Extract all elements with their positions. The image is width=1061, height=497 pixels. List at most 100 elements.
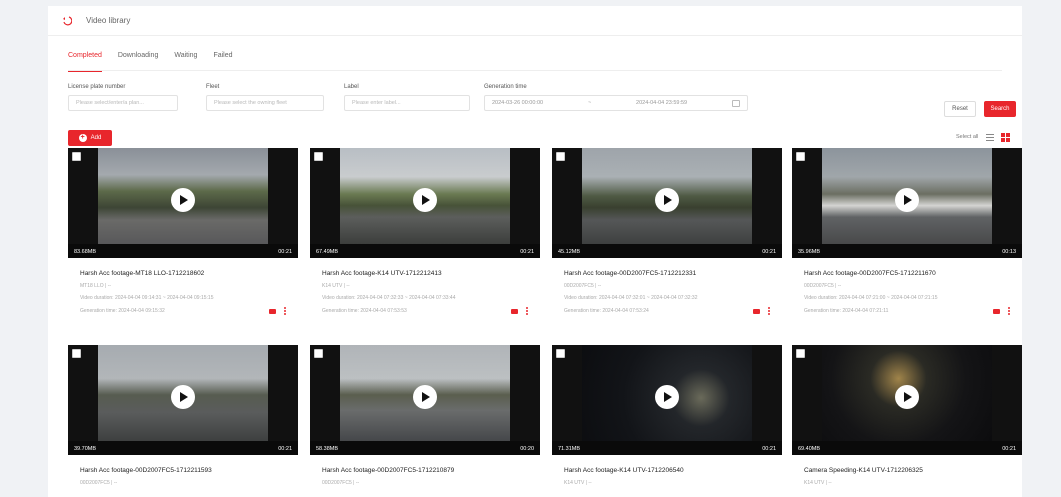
date-separator: ~ [587,100,592,106]
fleet-select[interactable]: Please select the owning fleet [206,95,324,111]
license-plate-select[interactable]: Please select/enter/a plan... [68,95,178,111]
select-checkbox[interactable] [556,349,565,358]
more-options-icon[interactable] [1008,307,1010,315]
video-thumbnail[interactable]: 83.68MB 00:21 [68,148,298,258]
video-duration: Video duration: 2024-04-04 07:32:33 ~ 20… [322,295,456,301]
generation-row: Generation time: 2024-04-04 07:53:53 [322,307,528,315]
tab-downloading[interactable]: Downloading [118,52,158,72]
generation-time-label: Generation time [484,84,527,90]
video-vehicle: 00D2007FC5 | -- [322,480,360,486]
video-length: 00:21 [1002,446,1016,452]
video-thumbnail[interactable]: 45.12MB 00:21 [552,148,782,258]
generation-row: Generation time: 2024-04-04 09:15:32 [80,307,286,315]
play-icon[interactable] [413,385,437,409]
video-title: Harsh Acc footage-00D2007FC5-1712212331 [564,270,697,277]
video-title: Harsh Acc footage-MT18 LLO-1712218602 [80,270,205,277]
label-select[interactable]: Please enter label... [344,95,470,111]
tab-waiting[interactable]: Waiting [174,52,197,72]
select-checkbox[interactable] [796,152,805,161]
plus-icon: + [78,134,87,142]
video-vehicle: K14 UTV | -- [322,283,350,289]
video-title: Harsh Acc footage-K14 UTV-1712206540 [564,467,684,474]
video-title: Camera Speeding-K14 UTV-1712206325 [804,467,923,474]
generation-time-range[interactable]: 2024-03-26 00:00:00 ~ 2024-04-04 23:59:5… [484,95,748,111]
play-icon[interactable] [171,385,195,409]
video-length: 00:20 [520,446,534,452]
video-vehicle: 00D2007FC5 | -- [80,480,118,486]
more-options-icon[interactable] [284,307,286,315]
video-title: Harsh Acc footage-00D2007FC5-1712210879 [322,467,455,474]
fleet-label: Fleet [206,84,220,90]
play-icon[interactable] [413,188,437,212]
video-length: 00:21 [520,249,534,255]
select-checkbox[interactable] [314,349,323,358]
video-duration: Video duration: 2024-04-04 07:32:01 ~ 20… [564,295,698,301]
search-button[interactable]: Search [984,101,1016,117]
gen-time: 2024-04-04 07:21:11 [842,308,889,314]
video-card[interactable]: 58.38MB 00:20 Harsh Acc footage-00D2007F… [310,345,540,486]
file-size: 69.40MB [798,446,821,452]
camera-icon[interactable] [753,308,760,314]
video-card[interactable]: 69.40MB 00:21 Camera Speeding-K14 UTV-17… [792,345,1022,486]
play-icon[interactable] [655,188,679,212]
select-checkbox[interactable] [556,152,565,161]
video-thumbnail[interactable]: 69.40MB 00:21 [792,345,1022,455]
video-thumbnail[interactable]: 35.96MB 00:13 [792,148,1022,258]
tab-failed[interactable]: Failed [213,52,232,72]
file-size: 83.68MB [74,249,97,255]
select-checkbox[interactable] [72,349,81,358]
label-filter-label: Label [344,84,359,90]
add-button[interactable]: + Add [68,130,112,146]
video-thumbnail[interactable]: 39.70MB 00:21 [68,345,298,455]
video-vehicle: K14 UTV | -- [804,480,832,486]
video-card[interactable]: 39.70MB 00:21 Harsh Acc footage-00D2007F… [68,345,298,486]
tabs-divider [68,70,1002,71]
tab-completed[interactable]: Completed [68,52,102,72]
video-card[interactable]: 35.96MB 00:13 Harsh Acc footage-00D2007F… [792,148,1022,315]
video-thumbnail[interactable]: 67.49MB 00:21 [310,148,540,258]
filter-license-plate: License plate number Please select/enter… [68,84,178,111]
license-plate-label: License plate number [68,84,126,90]
camera-icon[interactable] [993,308,1000,314]
start-date: 2024-03-26 00:00:00 [492,100,544,106]
video-card[interactable]: 83.68MB 00:21 Harsh Acc footage-MT18 LLO… [68,148,298,315]
select-checkbox[interactable] [72,152,81,161]
gen-time: 2024-04-04 07:53:53 [360,308,407,314]
video-card[interactable]: 45.12MB 00:21 Harsh Acc footage-00D2007F… [552,148,782,315]
file-size: 35.96MB [798,249,821,255]
video-length: 00:21 [278,249,292,255]
play-icon[interactable] [171,188,195,212]
video-vehicle: K14 UTV | -- [564,480,592,486]
video-duration: Video duration: 2024-04-04 09:14:31 ~ 20… [80,295,214,301]
gen-time-label: Generation time: [564,308,601,314]
list-view-icon[interactable] [986,134,994,141]
play-icon[interactable] [655,385,679,409]
filter-generation-time: Generation time 2024-03-26 00:00:00 ~ 20… [484,84,748,111]
select-checkbox[interactable] [796,349,805,358]
back-arrow-icon[interactable] [60,14,74,28]
more-options-icon[interactable] [526,307,528,315]
camera-icon[interactable] [511,308,518,314]
reset-button[interactable]: Reset [944,101,976,117]
video-thumbnail[interactable]: 58.38MB 00:20 [310,345,540,455]
file-size: 58.38MB [316,446,339,452]
select-checkbox[interactable] [314,152,323,161]
video-duration: Video duration: 2024-04-04 07:21:00 ~ 20… [804,295,938,301]
video-length: 00:21 [278,446,292,452]
video-library-page: Video library Completed Downloading Wait… [48,6,1022,497]
play-icon[interactable] [895,385,919,409]
video-card[interactable]: 67.49MB 00:21 Harsh Acc footage-K14 UTV-… [310,148,540,315]
gen-time: 2024-04-04 07:53:24 [602,308,649,314]
video-card[interactable]: 71.31MB 00:21 Harsh Acc footage-K14 UTV-… [552,345,782,486]
grid-view-icon[interactable] [1001,133,1010,142]
play-icon[interactable] [895,188,919,212]
video-vehicle: MT18 LLO | -- [80,283,112,289]
more-options-icon[interactable] [768,307,770,315]
file-size: 71.31MB [558,446,581,452]
video-thumbnail[interactable]: 71.31MB 00:21 [552,345,782,455]
camera-icon[interactable] [269,308,276,314]
generation-row: Generation time: 2024-04-04 07:21:11 [804,307,1010,315]
select-all-link[interactable]: Select all [956,134,978,140]
status-tabs: Completed Downloading Waiting Failed [68,52,249,72]
video-length: 00:21 [762,249,776,255]
